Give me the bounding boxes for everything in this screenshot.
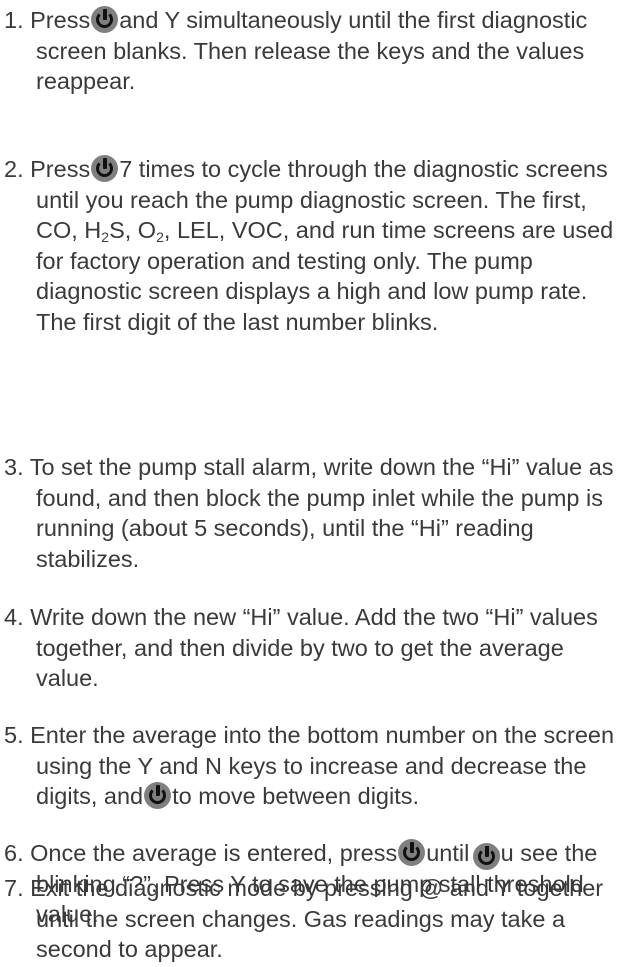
instruction-list: 1. Press and Y simultaneously until the f… bbox=[0, 0, 631, 967]
step-1-text-start: 1. Press bbox=[4, 7, 91, 33]
step-2: 2. Press 7 times to cycle through the dia… bbox=[4, 154, 629, 337]
step-7: 7. Exit the diagnostic mode by pressing … bbox=[4, 843, 629, 965]
step-1-text-end: and Y simultaneously until the first dia… bbox=[36, 7, 588, 94]
power-button-icon bbox=[398, 839, 426, 866]
step-2-text-b: S, O bbox=[109, 217, 157, 243]
step-7-text: 7. Exit the diagnostic mode by pressing … bbox=[4, 875, 604, 962]
step-3: 3. To set the pump stall alarm, write do… bbox=[4, 452, 629, 574]
power-button-icon bbox=[473, 843, 500, 870]
step-4: 4. Write down the new “Hi” value. Add th… bbox=[4, 602, 629, 694]
step-3-text: 3. To set the pump stall alarm, write do… bbox=[4, 454, 614, 572]
o2-subscript: 2 bbox=[156, 229, 164, 245]
step-4-text: 4. Write down the new “Hi” value. Add th… bbox=[4, 604, 598, 691]
step-6-text-start: 6. Once the average is entered, press bbox=[4, 840, 398, 866]
power-button-icon bbox=[91, 155, 119, 182]
step-5: 5. Enter the average into the bottom num… bbox=[4, 720, 629, 812]
power-button-icon bbox=[144, 782, 172, 809]
step-1: 1. Press and Y simultaneously until the f… bbox=[4, 5, 629, 97]
step-2-text-start: 2. Press bbox=[4, 156, 91, 182]
power-button-icon bbox=[91, 6, 119, 33]
step-5-text-end: to move between digits. bbox=[172, 783, 420, 809]
h2s-subscript: 2 bbox=[101, 229, 110, 245]
